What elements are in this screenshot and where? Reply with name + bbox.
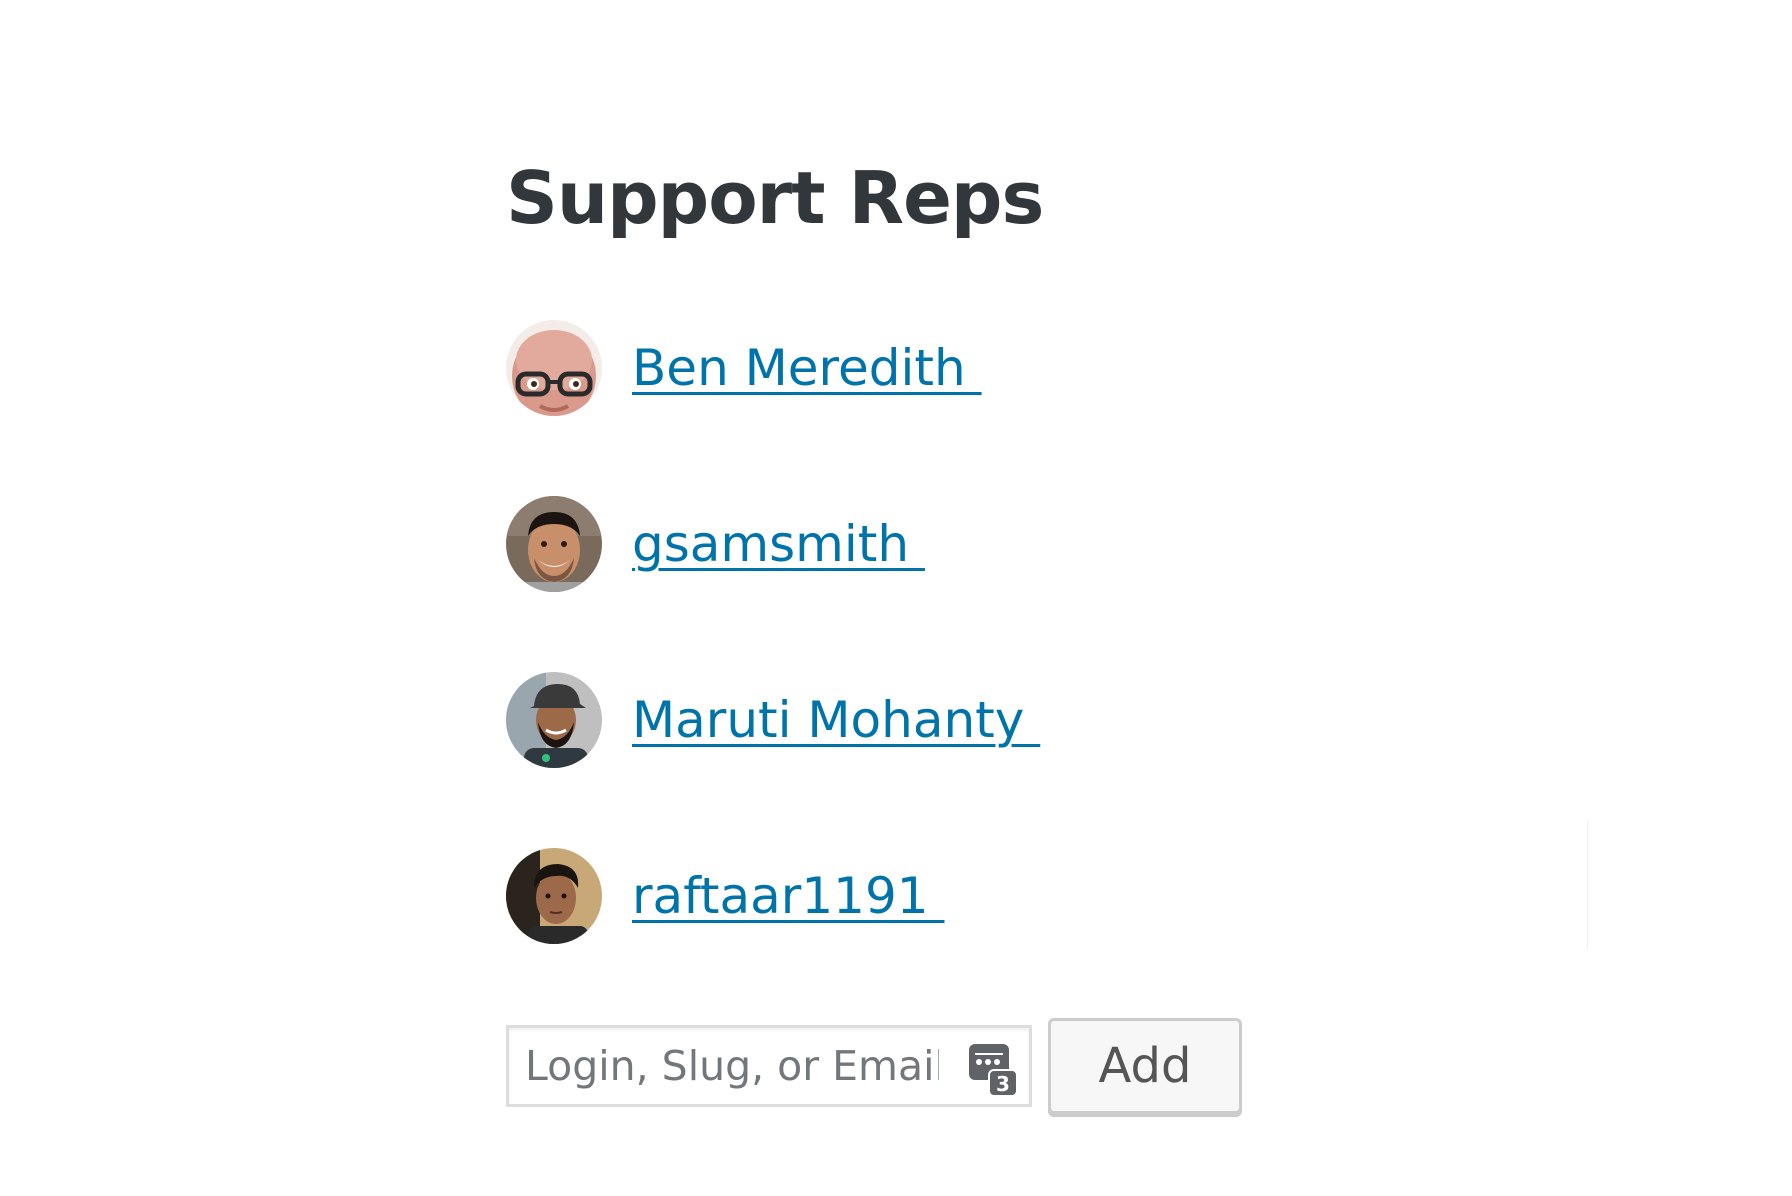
svg-text:3: 3 bbox=[996, 1072, 1010, 1096]
man-with-cap-avatar-icon bbox=[506, 672, 602, 768]
add-button[interactable]: Add bbox=[1048, 1018, 1242, 1114]
add-rep-form: 3 Add bbox=[506, 1018, 1242, 1114]
young-man-avatar-icon bbox=[506, 848, 602, 944]
support-reps-list: Ben Meredith gsamsmith Maruti Mohanty ra… bbox=[506, 320, 1406, 1024]
smiling-man-avatar-icon bbox=[506, 496, 602, 592]
rep-link-raftaar1191[interactable]: raftaar1191 bbox=[632, 866, 945, 926]
rep-link-maruti-mohanty[interactable]: Maruti Mohanty bbox=[632, 690, 1040, 750]
avatar[interactable] bbox=[506, 320, 602, 416]
password-manager-icon[interactable]: 3 bbox=[967, 1042, 1019, 1098]
page-title: Support Reps bbox=[506, 156, 1044, 240]
login-slug-email-input[interactable] bbox=[509, 1028, 1029, 1104]
rep-search-field: 3 bbox=[506, 1025, 1032, 1107]
rep-link-gsamsmith[interactable]: gsamsmith bbox=[632, 514, 925, 574]
list-item: gsamsmith bbox=[506, 496, 1406, 592]
list-item: Ben Meredith bbox=[506, 320, 1406, 416]
list-item: Maruti Mohanty bbox=[506, 672, 1406, 768]
rep-link-ben-meredith[interactable]: Ben Meredith bbox=[632, 338, 982, 398]
divider bbox=[1587, 820, 1588, 950]
support-reps-panel: Support Reps Ben Meredith gsamsmith Maru… bbox=[506, 150, 1242, 1114]
list-item: raftaar1191 bbox=[506, 848, 1406, 944]
avatar[interactable] bbox=[506, 496, 602, 592]
avatar[interactable] bbox=[506, 848, 602, 944]
avatar[interactable] bbox=[506, 672, 602, 768]
bald-man-glasses-avatar-icon bbox=[506, 320, 602, 416]
